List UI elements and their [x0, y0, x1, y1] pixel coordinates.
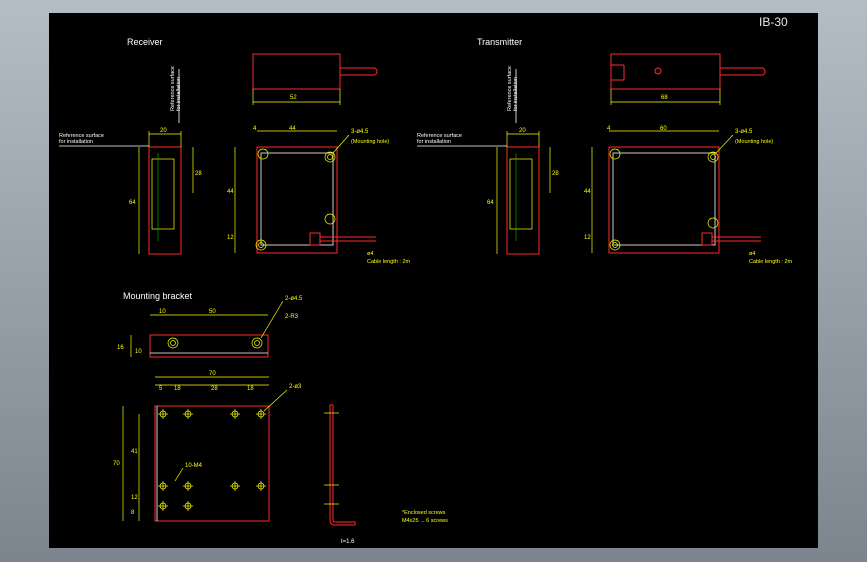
t-side-h1: 28 [552, 171, 559, 177]
r-cable-length: Cable length : 2m [367, 259, 411, 265]
b-p4: 18 [247, 386, 254, 392]
b-thickness: t=1.6 [341, 539, 355, 545]
receiver-side-body [148, 146, 182, 255]
transmitter-top-body [610, 53, 721, 90]
b-p2: 18 [174, 386, 181, 392]
b-v4: 8 [131, 510, 135, 516]
b-v2: 70 [113, 461, 120, 467]
b-tap: 10-M4 [185, 463, 203, 469]
screws-note-1: *Enclosed screws [402, 510, 446, 516]
t-side-width: 20 [519, 128, 526, 134]
cad-window: IB-30 Receiver Reference surface for ins… [0, 0, 867, 562]
b-holes2: 2-R3 [285, 314, 299, 320]
drawing-svg: IB-30 Receiver Reference surface for ins… [59, 15, 793, 545]
r-holes-spec: 3-ø4.5 [351, 129, 369, 135]
t-mount-hole: (Mounting hole) [735, 139, 773, 145]
r-hole-tr [324, 151, 336, 163]
t-cable-dia: ø4 [749, 251, 755, 257]
t-side-h2: 64 [487, 200, 494, 206]
b-holes3: 2-ø3 [289, 384, 302, 390]
b-v3: 12 [131, 495, 138, 501]
r-ref-install-2: for installation [59, 139, 93, 145]
b-p3: 28 [211, 386, 218, 392]
drawing-canvas[interactable]: IB-30 Receiver Reference surface for ins… [49, 13, 818, 548]
b-a: 10 [159, 309, 166, 315]
t-ref-install-2: for installation [417, 139, 451, 145]
transmitter-title: Transmitter [477, 37, 522, 47]
t-front-c: 12 [584, 235, 591, 241]
transmitter-side-body [506, 146, 540, 255]
b-w: 70 [209, 371, 216, 377]
t-front-b: 60 [660, 126, 667, 132]
screws-note-2: M4x25 ... 6 screws [402, 518, 448, 524]
b-v1: 41 [131, 449, 138, 455]
r-side-width: 20 [160, 128, 167, 134]
t-top-width: 68 [661, 95, 668, 101]
r-front-c: 12 [227, 235, 234, 241]
bracket-side-profile [329, 404, 356, 526]
r-front-a: 4 [253, 126, 257, 132]
r-side-h1: 28 [195, 171, 202, 177]
r-top-width: 52 [290, 95, 297, 101]
b-h1: 16 [117, 345, 124, 351]
r-mount-hole: (Mounting hole) [351, 139, 389, 145]
b-p1: 5 [159, 386, 163, 392]
t-hole-tr [707, 151, 719, 163]
r-hole-tl [257, 148, 269, 160]
t-holes-spec: 3-ø4.5 [735, 129, 753, 135]
r-front-h: 44 [227, 189, 234, 195]
b-holes1: 2-ø4.5 [285, 296, 303, 302]
r-front-b: 44 [289, 126, 296, 132]
t-front-h: 44 [584, 189, 591, 195]
bracket-plate [154, 405, 270, 522]
b-h2: 10 [135, 349, 142, 355]
transmitter-view: Transmitter Reference surface for instal… [417, 37, 793, 265]
drawing-id: IB-30 [759, 15, 788, 29]
receiver-view: Receiver Reference surface for installat… [59, 37, 411, 265]
bracket-view: Mounting bracket 10 50 16 10 2-ø4.5 2-R3… [113, 291, 448, 545]
b-b: 50 [209, 309, 216, 315]
bracket-title: Mounting bracket [123, 291, 193, 301]
r-cable-dia: ø4 [367, 251, 373, 257]
receiver-title: Receiver [127, 37, 163, 47]
r-side-h2: 64 [129, 200, 136, 206]
bracket-tap-holes [158, 409, 266, 511]
t-cable-length: Cable length : 2m [749, 259, 793, 265]
bracket-top-body [149, 334, 269, 358]
receiver-top-body [252, 53, 341, 90]
